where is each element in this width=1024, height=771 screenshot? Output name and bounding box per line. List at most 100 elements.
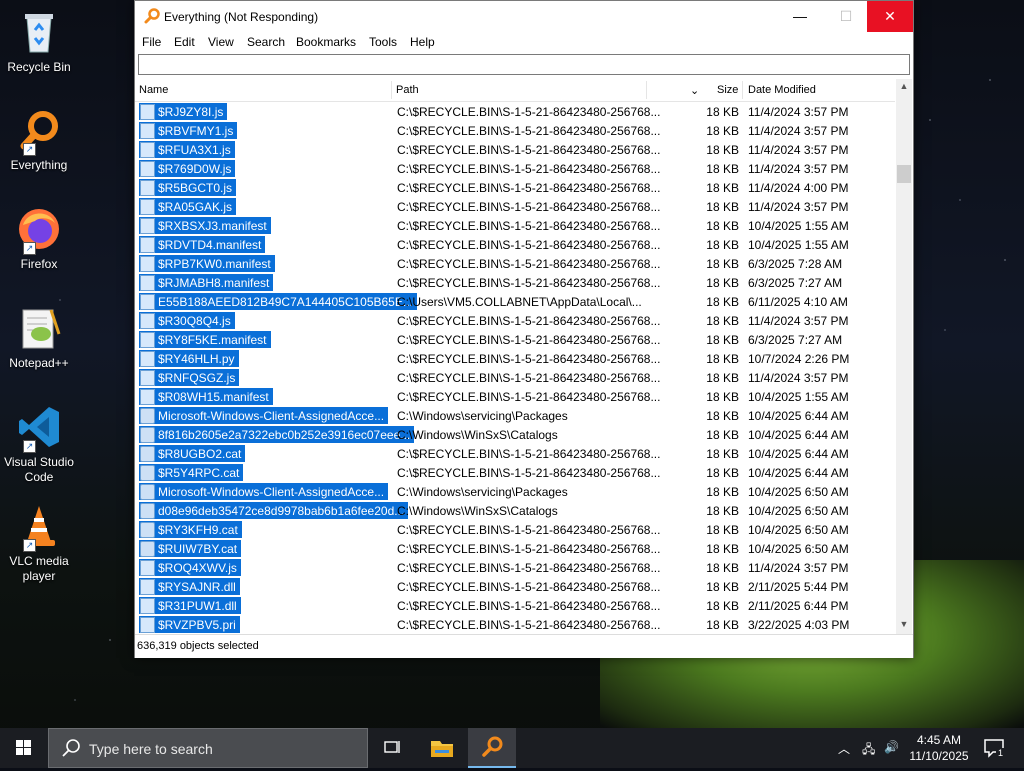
menu-search[interactable]: Search [247,35,285,49]
file-name-cell[interactable]: $ROQ4XWV.js [139,559,241,576]
desktop-icon-vlc[interactable]: ↗ VLC media player [4,502,74,584]
volume-icon[interactable]: 🔊 [884,740,899,754]
results-list[interactable]: $RJ9ZY8I.js C:\$RECYCLE.BIN\S-1-5-21-8642… [135,102,895,634]
everything-window[interactable]: Everything (Not Responding) — ☐ ✕ File E… [134,0,914,658]
menu-file[interactable]: File [142,35,161,49]
everything-taskbar-button[interactable] [468,728,516,768]
table-row[interactable]: $R31PUW1.dll C:\$RECYCLE.BIN\S-1-5-21-864… [135,596,895,615]
table-row[interactable]: $ROQ4XWV.js C:\$RECYCLE.BIN\S-1-5-21-8642… [135,558,895,577]
close-button[interactable]: ✕ [867,1,913,32]
recycle-bin-icon [15,8,63,56]
table-row[interactable]: 8f816b2605e2a7322ebc0b252e3916ec07eee...… [135,425,895,444]
file-name-cell[interactable]: $RA05GAK.js [139,198,237,215]
table-row[interactable]: $RFUA3X1.js C:\$RECYCLE.BIN\S-1-5-21-8642… [135,140,895,159]
file-name-cell[interactable]: 8f816b2605e2a7322ebc0b252e3916ec07eee... [139,426,415,443]
file-name-cell[interactable]: $RDVTD4.manifest [139,236,266,253]
column-divider[interactable] [391,81,392,99]
table-row[interactable]: Microsoft-Windows-Client-AssignedAcce...… [135,482,895,501]
taskbar-search-box[interactable]: Type here to search [48,728,368,768]
vertical-scrollbar[interactable]: ▲ ▼ [896,79,912,634]
file-name-cell[interactable]: $RVZPBV5.pri [139,616,240,633]
file-name-cell[interactable]: $R31PUW1.dll [139,597,241,614]
menu-edit[interactable]: Edit [174,35,195,49]
table-row[interactable]: $R30Q8Q4.js C:\$RECYCLE.BIN\S-1-5-21-8642… [135,311,895,330]
table-row[interactable]: $RJ9ZY8I.js C:\$RECYCLE.BIN\S-1-5-21-8642… [135,102,895,121]
file-name-cell[interactable]: $R769D0W.js [139,160,236,177]
table-row[interactable]: $RPB7KW0.manifest C:\$RECYCLE.BIN\S-1-5-2… [135,254,895,273]
table-row[interactable]: $RBVFMY1.js C:\$RECYCLE.BIN\S-1-5-21-8642… [135,121,895,140]
menu-view[interactable]: View [208,35,234,49]
file-name-cell[interactable]: Microsoft-Windows-Client-AssignedAcce... [139,483,389,500]
file-explorer-button[interactable] [418,728,466,768]
column-size-header[interactable]: Size [717,84,738,96]
desktop-icon-notepadpp[interactable]: Notepad++ [4,304,74,371]
column-divider[interactable] [646,81,647,99]
table-row[interactable]: $RY46HLH.py C:\$RECYCLE.BIN\S-1-5-21-8642… [135,349,895,368]
table-row[interactable]: $RA05GAK.js C:\$RECYCLE.BIN\S-1-5-21-8642… [135,197,895,216]
table-row[interactable]: E55B188AEED812B49C7A144405C105B65E... C:\… [135,292,895,311]
column-divider[interactable] [742,81,743,99]
file-name-cell[interactable]: $RYSAJNR.dll [139,578,240,595]
minimize-button[interactable]: — [777,1,823,32]
file-name-cell[interactable]: $R08WH15.manifest [139,388,273,405]
file-name-cell[interactable]: $RY8F5KE.manifest [139,331,271,348]
column-path-header[interactable]: Path [396,84,419,96]
table-row[interactable]: $RUIW7BY.cat C:\$RECYCLE.BIN\S-1-5-21-864… [135,539,895,558]
table-row[interactable]: $RJMABH8.manifest C:\$RECYCLE.BIN\S-1-5-2… [135,273,895,292]
column-name-header[interactable]: Name [139,84,168,96]
file-name-cell[interactable]: $RFUA3X1.js [139,141,235,158]
scrollbar-thumb[interactable] [897,165,911,183]
column-date-header[interactable]: Date Modified [748,84,816,96]
start-button[interactable] [0,728,48,768]
desktop-icon-firefox[interactable]: ↗ Firefox [4,205,74,272]
table-row[interactable]: $R8UGBO2.cat C:\$RECYCLE.BIN\S-1-5-21-864… [135,444,895,463]
table-row[interactable]: $R5Y4RPC.cat C:\$RECYCLE.BIN\S-1-5-21-864… [135,463,895,482]
file-name-cell[interactable]: $R30Q8Q4.js [139,312,235,329]
file-name-cell[interactable]: $RBVFMY1.js [139,122,238,139]
file-name-cell[interactable]: $RXBSXJ3.manifest [139,217,271,234]
file-file-icon [140,217,155,234]
table-row[interactable]: $R5BGCT0.js C:\$RECYCLE.BIN\S-1-5-21-8642… [135,178,895,197]
desktop-icon-recycle-bin[interactable]: Recycle Bin [4,8,74,75]
desktop-icon-everything[interactable]: ↗ Everything [4,106,74,173]
file-name-cell[interactable]: $RY3KFH9.cat [139,521,242,538]
file-name-cell[interactable]: $R8UGBO2.cat [139,445,246,462]
desktop-icon-vscode[interactable]: ↗ Visual Studio Code [4,403,74,485]
file-name-cell[interactable]: $R5BGCT0.js [139,179,237,196]
action-center-button[interactable]: 1 [982,736,1006,760]
clock[interactable]: 4:45 AM 11/10/2025 [904,732,974,764]
maximize-button[interactable]: ☐ [823,1,869,32]
menu-bookmarks[interactable]: Bookmarks [296,35,356,49]
network-icon[interactable]: 🖧 [862,740,875,761]
file-name-cell[interactable]: E55B188AEED812B49C7A144405C105B65E... [139,293,417,310]
file-name-cell[interactable]: d08e96deb35472ce8d9978bab6b1a6fee20d... [139,502,409,519]
scroll-down-arrow-icon[interactable]: ▼ [896,619,912,629]
table-row[interactable]: $R08WH15.manifest C:\$RECYCLE.BIN\S-1-5-2… [135,387,895,406]
file-name-cell[interactable]: $RNFQSGZ.js [139,369,240,386]
table-row[interactable]: $RXBSXJ3.manifest C:\$RECYCLE.BIN\S-1-5-2… [135,216,895,235]
file-name-cell[interactable]: Microsoft-Windows-Client-AssignedAcce... [139,407,389,424]
file-name-cell[interactable]: $RPB7KW0.manifest [139,255,275,272]
file-name-cell[interactable]: $RY46HLH.py [139,350,239,367]
file-name-cell[interactable]: $RJMABH8.manifest [139,274,274,291]
search-input[interactable] [138,54,910,75]
task-view-button[interactable] [368,728,416,768]
table-row[interactable]: Microsoft-Windows-Client-AssignedAcce...… [135,406,895,425]
file-name-cell[interactable]: $RUIW7BY.cat [139,540,242,557]
menu-help[interactable]: Help [410,35,435,49]
show-hidden-icons-chevron-icon[interactable]: ︿ [838,740,850,757]
table-row[interactable]: $RNFQSGZ.js C:\$RECYCLE.BIN\S-1-5-21-8642… [135,368,895,387]
table-row[interactable]: $R769D0W.js C:\$RECYCLE.BIN\S-1-5-21-8642… [135,159,895,178]
script-file-icon [140,141,155,158]
table-row[interactable]: $RDVTD4.manifest C:\$RECYCLE.BIN\S-1-5-21… [135,235,895,254]
table-row[interactable]: d08e96deb35472ce8d9978bab6b1a6fee20d... C… [135,501,895,520]
scroll-up-arrow-icon[interactable]: ▲ [896,81,912,91]
menu-tools[interactable]: Tools [369,35,397,49]
table-row[interactable]: $RY3KFH9.cat C:\$RECYCLE.BIN\S-1-5-21-864… [135,520,895,539]
table-row[interactable]: $RY8F5KE.manifest C:\$RECYCLE.BIN\S-1-5-2… [135,330,895,349]
file-name-cell[interactable]: $RJ9ZY8I.js [139,103,228,120]
title-bar[interactable]: Everything (Not Responding) — ☐ ✕ [135,1,913,32]
table-row[interactable]: $RYSAJNR.dll C:\$RECYCLE.BIN\S-1-5-21-864… [135,577,895,596]
file-name-cell[interactable]: $R5Y4RPC.cat [139,464,244,481]
table-row[interactable]: $RVZPBV5.pri C:\$RECYCLE.BIN\S-1-5-21-864… [135,615,895,634]
